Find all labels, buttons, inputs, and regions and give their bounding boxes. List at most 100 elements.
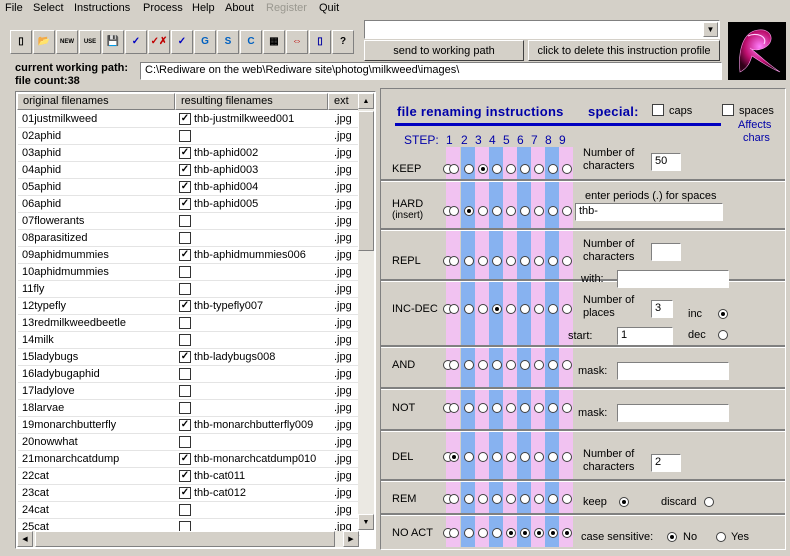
table-row[interactable]: 04aphid ✓ thb-aphid003 .jpg xyxy=(18,162,360,179)
table-row[interactable]: 23cat ✓ thb-cat012 .jpg xyxy=(18,485,360,502)
header-ext[interactable]: ext xyxy=(328,93,360,110)
include-checkbox[interactable]: ✓ xyxy=(179,300,191,312)
step-radio-rem-7[interactable] xyxy=(534,494,544,504)
step-radio-rem-4[interactable] xyxy=(492,494,502,504)
menu-quit[interactable]: Quit xyxy=(319,2,339,14)
step-radio-repl-2[interactable] xyxy=(464,256,474,266)
step-radio-del-5[interactable] xyxy=(506,452,516,462)
scroll-thumb[interactable] xyxy=(358,111,374,251)
repl-with-input[interactable] xyxy=(617,270,729,288)
include-checkbox[interactable]: ✓ xyxy=(179,249,191,261)
calculator-icon[interactable]: ▦ xyxy=(263,30,285,54)
step-radio-del-1[interactable] xyxy=(449,452,459,462)
horizontal-scrollbar[interactable]: ◀ ▶ xyxy=(17,531,359,547)
chevron-down-icon[interactable]: ▼ xyxy=(703,22,718,37)
step-radio-repl-1[interactable] xyxy=(449,256,459,266)
step-radio-repl-8[interactable] xyxy=(548,256,558,266)
step-radio-no-act-1[interactable] xyxy=(449,528,459,538)
rem-discard-radio[interactable] xyxy=(704,497,714,507)
keep-count-input[interactable]: 50 xyxy=(651,153,681,171)
step-radio-inc-dec-8[interactable] xyxy=(548,304,558,314)
step-radio-inc-dec-1[interactable] xyxy=(449,304,459,314)
hard-insert-input[interactable]: thb- xyxy=(575,203,723,221)
table-row[interactable]: 17ladylove .jpg xyxy=(18,383,360,400)
table-row[interactable]: 24cat .jpg xyxy=(18,502,360,519)
table-row[interactable]: 14milk .jpg xyxy=(18,332,360,349)
step-radio-hard-5[interactable] xyxy=(506,206,516,216)
table-row[interactable]: 16ladybugaphid .jpg xyxy=(18,366,360,383)
vertical-scrollbar[interactable]: ▲ ▼ xyxy=(358,93,374,530)
step-radio-and-6[interactable] xyxy=(520,360,530,370)
step-radio-inc-dec-9[interactable] xyxy=(562,304,572,314)
include-checkbox[interactable]: ✓ xyxy=(179,453,191,465)
step-radio-and-1[interactable] xyxy=(449,360,459,370)
step-radio-hard-7[interactable] xyxy=(534,206,544,216)
check-down-icon[interactable]: ✓ xyxy=(171,30,193,54)
step-radio-no-act-8[interactable] xyxy=(548,528,558,538)
header-resulting-filenames[interactable]: resulting filenames xyxy=(175,93,328,110)
step-radio-del-7[interactable] xyxy=(534,452,544,462)
step-radio-del-9[interactable] xyxy=(562,452,572,462)
step-radio-keep-1[interactable] xyxy=(449,164,459,174)
include-checkbox[interactable] xyxy=(179,368,191,380)
step-radio-keep-5[interactable] xyxy=(506,164,516,174)
step-radio-rem-6[interactable] xyxy=(520,494,530,504)
step-radio-repl-5[interactable] xyxy=(506,256,516,266)
step-radio-inc-dec-3[interactable] xyxy=(478,304,488,314)
include-checkbox[interactable] xyxy=(179,385,191,397)
step-radio-no-act-4[interactable] xyxy=(492,528,502,538)
hscroll-thumb[interactable] xyxy=(35,531,335,547)
step-radio-and-9[interactable] xyxy=(562,360,572,370)
table-row[interactable]: 13redmilkweedbeetle .jpg xyxy=(18,315,360,332)
table-row[interactable]: 05aphid ✓ thb-aphid004 .jpg xyxy=(18,179,360,196)
step-radio-hard-4[interactable] xyxy=(492,206,502,216)
and-mask-input[interactable] xyxy=(617,362,729,380)
case-yes-radio[interactable] xyxy=(716,532,726,542)
menu-instructions[interactable]: Instructions xyxy=(74,2,130,14)
swap-arrows-icon[interactable]: ⇔ xyxy=(286,30,308,54)
step-radio-rem-8[interactable] xyxy=(548,494,558,504)
step-radio-repl-6[interactable] xyxy=(520,256,530,266)
repl-count-input[interactable] xyxy=(651,243,681,261)
check-x-icon[interactable]: ✓✗ xyxy=(148,30,170,54)
del-count-input[interactable]: 2 xyxy=(651,454,681,472)
table-row[interactable]: 07flowerants .jpg xyxy=(18,213,360,230)
table-row[interactable]: 01justmilkweed ✓ thb-justmilkweed001 .jpg xyxy=(18,111,360,128)
table-row[interactable]: 15ladybugs ✓ thb-ladybugs008 .jpg xyxy=(18,349,360,366)
dec-radio[interactable] xyxy=(718,330,728,340)
step-radio-inc-dec-7[interactable] xyxy=(534,304,544,314)
table-row[interactable]: 09aphidmummies ✓ thb-aphidmummies006 .jpg xyxy=(18,247,360,264)
step-radio-del-8[interactable] xyxy=(548,452,558,462)
step-radio-rem-3[interactable] xyxy=(478,494,488,504)
c-icon[interactable]: C xyxy=(240,30,262,54)
step-radio-hard-6[interactable] xyxy=(520,206,530,216)
step-radio-inc-dec-5[interactable] xyxy=(506,304,516,314)
rem-keep-radio[interactable] xyxy=(619,497,629,507)
step-radio-not-2[interactable] xyxy=(464,403,474,413)
table-row[interactable]: 21monarchcatdump ✓ thb-monarchcatdump010 .j… xyxy=(18,451,360,468)
table-row[interactable]: 11fly .jpg xyxy=(18,281,360,298)
step-radio-no-act-5[interactable] xyxy=(506,528,516,538)
step-radio-not-4[interactable] xyxy=(492,403,502,413)
incdec-start-input[interactable]: 1 xyxy=(617,327,673,345)
include-checkbox[interactable]: ✓ xyxy=(179,113,191,125)
include-checkbox[interactable]: ✓ xyxy=(179,487,191,499)
step-radio-keep-7[interactable] xyxy=(534,164,544,174)
menu-process[interactable]: Process xyxy=(143,2,183,14)
table-row[interactable]: 18larvae .jpg xyxy=(18,400,360,417)
case-no-radio[interactable] xyxy=(667,532,677,542)
step-radio-rem-9[interactable] xyxy=(562,494,572,504)
step-radio-repl-9[interactable] xyxy=(562,256,572,266)
use-profile-icon[interactable]: USE xyxy=(79,30,101,54)
menu-select[interactable]: Select xyxy=(33,2,64,14)
table-row[interactable]: 22cat ✓ thb-cat011 .jpg xyxy=(18,468,360,485)
new-profile-icon[interactable]: NEW xyxy=(56,30,78,54)
step-radio-not-3[interactable] xyxy=(478,403,488,413)
include-checkbox[interactable] xyxy=(179,504,191,516)
step-radio-and-3[interactable] xyxy=(478,360,488,370)
step-radio-not-8[interactable] xyxy=(548,403,558,413)
step-radio-no-act-3[interactable] xyxy=(478,528,488,538)
include-checkbox[interactable] xyxy=(179,402,191,414)
include-checkbox[interactable]: ✓ xyxy=(179,470,191,482)
step-radio-hard-2[interactable] xyxy=(464,206,474,216)
